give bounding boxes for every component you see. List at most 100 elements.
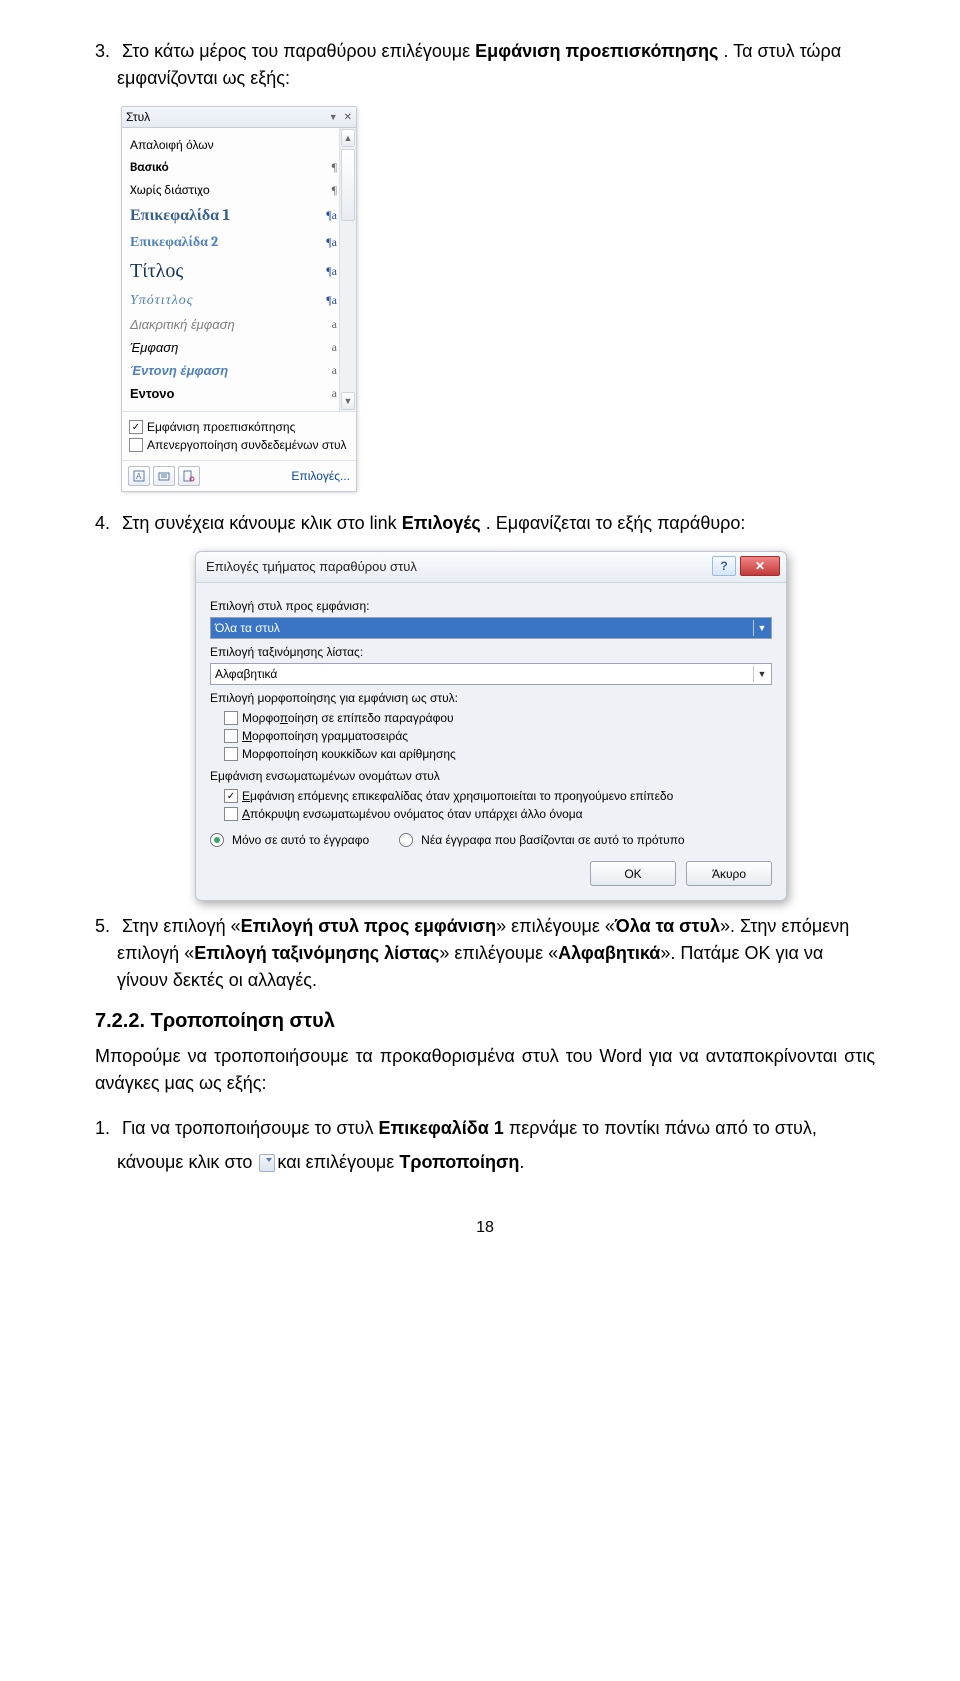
- scroll-up-icon[interactable]: ▲: [341, 129, 355, 147]
- style-name: Υπότιτλος: [130, 291, 319, 309]
- text-bold: Όλα τα στυλ: [615, 916, 720, 936]
- text: » επιλέγουμε «: [496, 916, 615, 936]
- ok-button[interactable]: OK: [590, 861, 676, 886]
- fmt-font-checkbox[interactable]: [224, 729, 238, 743]
- builtin-next-heading-checkbox[interactable]: ✓: [224, 789, 238, 803]
- style-list-item[interactable]: Υπότιτλος¶a: [128, 287, 339, 313]
- style-list-item[interactable]: Έμφασηa: [128, 336, 339, 359]
- text: .: [519, 1152, 524, 1172]
- text: . Εμφανίζεται το εξής παράθυρο:: [486, 513, 746, 533]
- combo-select-styles[interactable]: Όλα τα στυλ ▼: [210, 617, 772, 639]
- fmt-font-label: Μορφοποίηση γραμματοσειράς: [242, 729, 408, 743]
- combo-sort[interactable]: Αλφαβητικά ▼: [210, 663, 772, 685]
- style-type-icon: a: [319, 386, 337, 401]
- list-item: 4. Στη συνέχεια κάνουμε κλικ στο link Επ…: [95, 510, 875, 537]
- style-type-icon: a: [319, 340, 337, 355]
- label-select-styles: Επιλογή στυλ προς εμφάνιση:: [210, 599, 772, 613]
- manage-styles-button[interactable]: [178, 466, 200, 486]
- fmt-paragraph-checkbox[interactable]: [224, 711, 238, 725]
- radio-new-docs-label: Νέα έγγραφα που βασίζονται σε αυτό το πρ…: [421, 833, 684, 847]
- scrollbar[interactable]: ▲ ▼: [339, 128, 356, 411]
- text-bold: Επιλογή στυλ προς εμφάνιση: [241, 916, 497, 936]
- text-bold: Εμφάνιση προεπισκόπησης: [475, 41, 718, 61]
- options-link[interactable]: Επιλογές...: [291, 469, 350, 483]
- style-name: Τίτλος: [130, 259, 319, 283]
- style-name: Επικεφαλίδα 2: [130, 233, 319, 251]
- styles-pane-title: Στυλ: [126, 110, 329, 124]
- cancel-button[interactable]: Άκυρο: [686, 861, 772, 886]
- text-bold: Αλφαβητικά: [558, 943, 660, 963]
- style-list-item[interactable]: Διακριτική έμφασηa: [128, 313, 339, 336]
- style-list-item[interactable]: Χωρίς διάστιχο¶: [128, 179, 339, 202]
- disable-linked-checkbox[interactable]: [129, 438, 143, 452]
- text: και επιλέγουμε: [277, 1152, 399, 1172]
- text: Για να τροποποιήσουμε το στυλ: [122, 1118, 378, 1138]
- dialog-title: Επιλογές τμήματος παραθύρου στυλ: [206, 559, 712, 574]
- scroll-down-icon[interactable]: ▼: [341, 392, 355, 410]
- style-name: Απαλοιφή όλων: [130, 138, 319, 152]
- heading-7-2-2: 7.2.2. Τροποποίηση στυλ: [95, 1010, 875, 1033]
- paragraph: Μπορούμε να τροποποιήσουμε τα προκαθορισ…: [95, 1043, 875, 1097]
- radio-this-doc[interactable]: [210, 833, 224, 847]
- label-formatting: Επιλογή μορφοποίησης για εμφάνιση ως στυ…: [210, 691, 772, 705]
- list-number: 3.: [95, 38, 117, 65]
- text-bold: Τροποποίηση: [399, 1152, 519, 1172]
- style-name: Εντονο: [130, 386, 319, 401]
- style-type-icon: a: [319, 363, 337, 378]
- style-list-item[interactable]: Επικεφαλίδα 1¶a: [128, 202, 339, 229]
- style-type-icon: ¶: [319, 160, 337, 175]
- preview-checkbox[interactable]: ✓: [129, 420, 143, 434]
- builtin-hide-label: Απόκρυψη ενσωματωμένου ονόματος όταν υπά…: [242, 807, 583, 821]
- chevron-down-icon[interactable]: ▼: [753, 620, 770, 636]
- list-item: 1. Για να τροποποιήσουμε το στυλ Επικεφα…: [95, 1111, 875, 1179]
- fmt-bullets-label: Μορφοποίηση κουκκίδων και αρίθμησης: [242, 747, 456, 761]
- style-type-icon: ¶a: [319, 293, 337, 308]
- style-name: Έντονη έμφαση: [130, 363, 319, 378]
- text-bold: Επιλογές: [402, 513, 481, 533]
- chevron-down-icon[interactable]: ▼: [753, 666, 770, 682]
- combo-value: Αλφαβητικά: [215, 667, 753, 681]
- list-number: 4.: [95, 510, 117, 537]
- dropdown-arrow-icon[interactable]: [259, 1154, 275, 1172]
- style-name: Επικεφαλίδα 1: [130, 206, 319, 225]
- label-builtin: Εμφάνιση ενσωματωμένων ονομάτων στυλ: [210, 769, 772, 783]
- close-icon[interactable]: ✕: [740, 556, 780, 576]
- preview-checkbox-label: Εμφάνιση προεπισκόπησης: [147, 420, 295, 434]
- style-options-dialog: Επιλογές τμήματος παραθύρου στυλ ? ✕ Επι…: [195, 551, 787, 901]
- style-list-item[interactable]: Εντονοa: [128, 382, 339, 405]
- list-number: 1.: [95, 1111, 117, 1145]
- text-bold: Επιλογή ταξινόμησης λίστας: [194, 943, 439, 963]
- style-type-icon: ¶a: [319, 208, 337, 223]
- style-type-icon: ¶: [319, 183, 337, 198]
- style-name: Χωρίς διάστιχο: [130, 183, 319, 198]
- radio-this-doc-label: Μόνο σε αυτό το έγγραφο: [232, 833, 369, 847]
- style-list-item[interactable]: Τίτλος¶a: [128, 255, 339, 287]
- style-list-item[interactable]: Έντονη έμφασηa: [128, 359, 339, 382]
- builtin-next-heading-label: Εμφάνιση επόμενης επικεφαλίδας όταν χρησ…: [242, 789, 673, 803]
- text: Στην επιλογή «: [122, 916, 241, 936]
- svg-text:A: A: [136, 472, 142, 481]
- fmt-paragraph-label: Μορφοποίηση σε επίπεδο παραγράφου: [242, 711, 454, 725]
- radio-new-docs[interactable]: [399, 833, 413, 847]
- dropdown-icon[interactable]: ▼: [329, 112, 338, 122]
- style-list-item[interactable]: Απαλοιφή όλων: [128, 134, 339, 156]
- fmt-bullets-checkbox[interactable]: [224, 747, 238, 761]
- styles-pane: Στυλ ▼ ✕ Απαλοιφή όλωνΒασικό¶Χωρίς διάστ…: [121, 106, 357, 492]
- style-type-icon: ¶a: [319, 264, 337, 279]
- style-list-item[interactable]: Επικεφαλίδα 2¶a: [128, 229, 339, 255]
- style-list-item[interactable]: Βασικό¶: [128, 156, 339, 179]
- disable-linked-label: Απενεργοποίηση συνδεδεμένων στυλ: [147, 438, 347, 452]
- style-name: Βασικό: [130, 160, 319, 175]
- style-inspector-button[interactable]: [153, 466, 175, 486]
- style-type-icon: ¶a: [319, 235, 337, 250]
- text-bold: Επικεφαλίδα 1: [378, 1118, 503, 1138]
- page-number: 18: [95, 1219, 875, 1237]
- help-icon[interactable]: ?: [712, 556, 736, 576]
- styles-pane-footer: ✓ Εμφάνιση προεπισκόπησης Απενεργοποίηση…: [122, 411, 356, 460]
- builtin-hide-checkbox[interactable]: [224, 807, 238, 821]
- scroll-thumb[interactable]: [341, 149, 355, 221]
- close-icon[interactable]: ✕: [344, 112, 352, 123]
- new-style-button[interactable]: A: [128, 466, 150, 486]
- list-number: 5.: [95, 913, 117, 940]
- styles-pane-header: Στυλ ▼ ✕: [122, 107, 356, 128]
